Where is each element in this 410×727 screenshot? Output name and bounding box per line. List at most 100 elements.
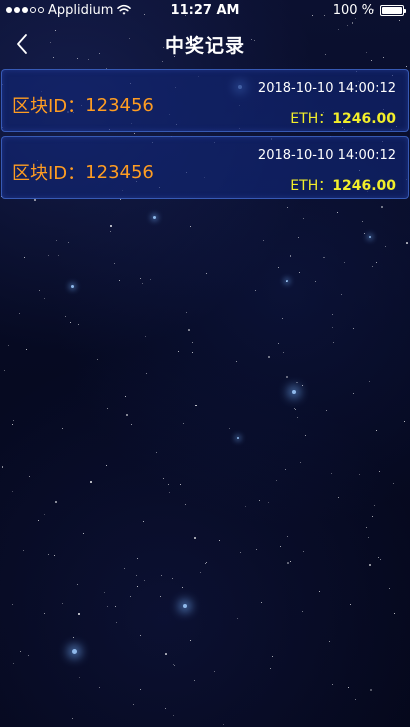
- star: [168, 492, 170, 494]
- star: [139, 689, 141, 691]
- star: [354, 698, 356, 700]
- star: [109, 224, 112, 227]
- star: [219, 539, 221, 541]
- star: [206, 562, 208, 564]
- star: [406, 242, 408, 244]
- star: [348, 687, 350, 689]
- star: [367, 536, 369, 538]
- star: [160, 595, 162, 597]
- star: [365, 526, 367, 528]
- star: [331, 314, 333, 316]
- star: [131, 424, 133, 426]
- star: [301, 611, 303, 613]
- star: [278, 267, 280, 269]
- battery-percent: 100 %: [332, 2, 374, 18]
- record-card[interactable]: 区块ID： 123456 2018-10-10 14:00:12 ETH：1246…: [1, 136, 409, 199]
- star: [185, 503, 187, 505]
- status-right: 100 %: [333, 3, 410, 18]
- star: [296, 381, 298, 384]
- star: [343, 261, 345, 263]
- star: [56, 240, 58, 242]
- bright-star: [70, 284, 74, 288]
- star: [19, 313, 21, 314]
- star: [295, 409, 297, 411]
- star: [385, 246, 387, 247]
- star: [375, 430, 377, 432]
- star: [89, 480, 92, 483]
- star: [332, 342, 334, 344]
- star: [287, 562, 289, 564]
- star: [26, 349, 28, 351]
- star: [171, 577, 173, 580]
- star: [145, 335, 147, 337]
- carrier-name: Applidium: [48, 2, 114, 18]
- star: [368, 564, 371, 567]
- star: [268, 356, 270, 359]
- star: [378, 556, 380, 558]
- star: [337, 211, 339, 213]
- star: [186, 312, 188, 314]
- star: [77, 324, 79, 326]
- star: [272, 656, 274, 658]
- star: [261, 602, 263, 603]
- block-id-value: 123456: [85, 161, 154, 183]
- star: [189, 640, 191, 641]
- star: [155, 451, 157, 453]
- star: [130, 596, 132, 597]
- star: [353, 393, 355, 395]
- star: [140, 634, 142, 636]
- star: [7, 344, 9, 346]
- star: [173, 665, 175, 667]
- star: [255, 289, 257, 291]
- star: [341, 294, 343, 295]
- bright-star: [183, 604, 187, 608]
- record-card[interactable]: 区块ID： 123456 2018-10-10 14:00:12 ETH：1246…: [1, 69, 409, 132]
- record-time: 2018-10-10 14:00:12: [257, 81, 396, 96]
- star: [192, 342, 194, 344]
- star: [106, 408, 108, 410]
- star: [177, 350, 179, 352]
- star: [258, 499, 261, 502]
- star: [106, 606, 108, 607]
- star: [302, 217, 304, 219]
- star: [281, 318, 283, 319]
- star: [329, 640, 331, 642]
- star: [77, 583, 79, 585]
- star: [97, 359, 99, 360]
- star: [403, 421, 405, 423]
- star: [378, 470, 380, 472]
- block-id-label: 区块ID：: [12, 96, 86, 117]
- star: [139, 277, 141, 279]
- star: [237, 618, 239, 620]
- star: [332, 327, 334, 329]
- currency-label: ETH：: [290, 111, 333, 127]
- star: [350, 603, 352, 605]
- bright-star: [369, 236, 371, 238]
- star: [47, 255, 49, 256]
- star: [213, 671, 215, 673]
- star: [181, 587, 183, 589]
- star: [199, 572, 201, 574]
- star: [82, 533, 84, 535]
- star: [223, 723, 225, 725]
- star: [332, 683, 334, 685]
- star: [103, 592, 105, 594]
- star: [371, 265, 374, 268]
- record-time: 2018-10-10 14:00:12: [257, 148, 396, 163]
- star: [371, 515, 373, 517]
- star: [149, 279, 151, 281]
- record-amount: ETH：1246.00: [290, 108, 396, 128]
- star: [27, 655, 29, 657]
- star: [3, 370, 5, 372]
- back-button[interactable]: [8, 26, 36, 62]
- bright-star: [152, 215, 156, 219]
- star: [12, 423, 14, 425]
- signal-dots-icon: [6, 7, 44, 13]
- star: [78, 677, 80, 679]
- star: [255, 548, 257, 550]
- page-title: 中奖记录: [164, 34, 245, 57]
- star: [132, 703, 134, 705]
- star: [195, 404, 197, 406]
- star: [392, 483, 394, 485]
- star: [193, 537, 196, 540]
